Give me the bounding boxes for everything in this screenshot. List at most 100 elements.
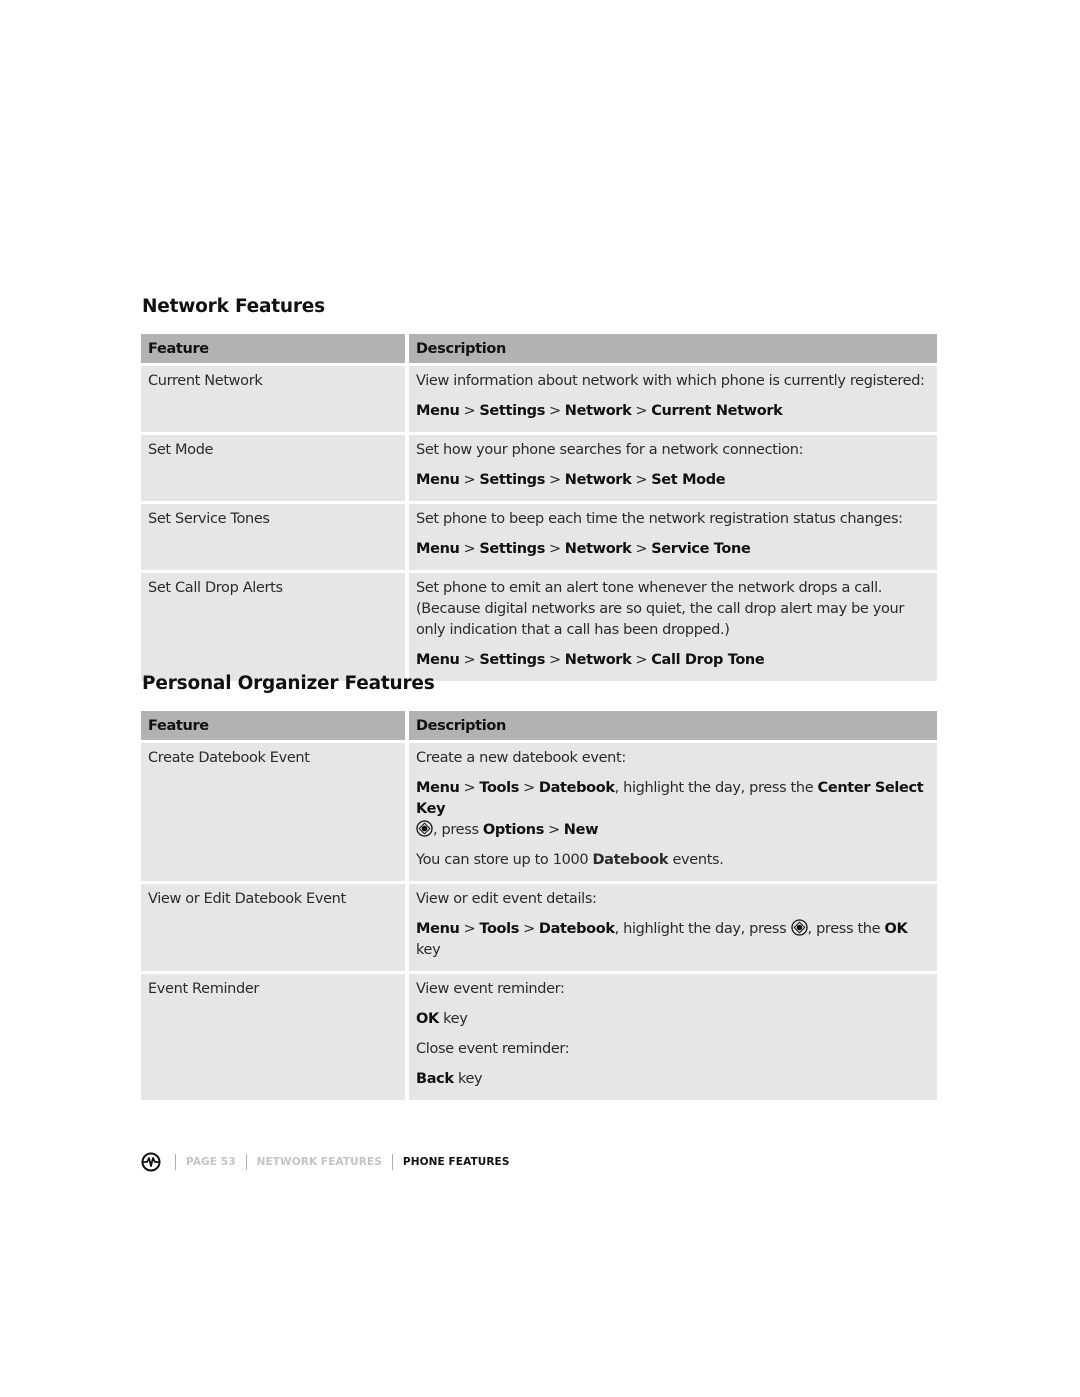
path-separator: > bbox=[635, 541, 648, 557]
path-step: Network bbox=[564, 652, 632, 668]
footer-page-number: PAGE 53 bbox=[186, 1156, 236, 1168]
note-suffix: events. bbox=[668, 852, 724, 868]
path-separator: > bbox=[548, 403, 561, 419]
table-row: Create Datebook Event Create a new dateb… bbox=[141, 743, 937, 884]
path-separator: > bbox=[635, 472, 648, 488]
path-text: , highlight the day, press the bbox=[614, 780, 818, 796]
column-header-feature: Feature bbox=[141, 711, 409, 743]
description-text: View information about network with whic… bbox=[416, 373, 925, 389]
phone-brand-icon bbox=[141, 1152, 161, 1172]
description-cell: View event reminder: OK key Close event … bbox=[409, 974, 937, 1100]
description-text: Close event reminder: bbox=[416, 1041, 570, 1057]
path-text: , highlight the day, press bbox=[614, 921, 791, 937]
menu-path: Menu > Settings > Network > Service Tone bbox=[416, 539, 930, 560]
table-row: View or Edit Datebook Event View or edit… bbox=[141, 884, 937, 974]
path-text: , press the bbox=[807, 921, 885, 937]
description-cell: View or edit event details: Menu > Tools > D… bbox=[409, 884, 937, 974]
column-header-description: Description bbox=[409, 334, 937, 366]
footer-divider bbox=[245, 1154, 247, 1170]
note-text: You can store up to 1000 Datebook events… bbox=[416, 850, 930, 871]
description-cell: Set how your phone searches for a networ… bbox=[409, 435, 937, 504]
table-header-row: Feature Description bbox=[141, 711, 937, 743]
path-step: Menu bbox=[416, 780, 460, 796]
menu-path: Menu > Settings > Network > Current Network bbox=[416, 401, 930, 422]
footer-divider bbox=[391, 1154, 393, 1170]
table-row: Set Call Drop Alerts Set phone to emit an… bbox=[141, 573, 937, 681]
path-text: key bbox=[416, 942, 441, 958]
note-prefix: You can store up to 1000 bbox=[416, 852, 593, 868]
footer-divider bbox=[175, 1154, 176, 1170]
path-separator: > bbox=[463, 403, 476, 419]
organizer-features-table: Feature Description Create Datebook Even… bbox=[141, 711, 937, 1100]
path-separator: > bbox=[463, 921, 476, 937]
path-separator: > bbox=[463, 541, 476, 557]
path-step: Datebook bbox=[538, 780, 615, 796]
feature-cell: Set Call Drop Alerts bbox=[141, 573, 409, 681]
section-title-network-features: Network Features bbox=[142, 296, 325, 317]
path-separator: > bbox=[548, 541, 561, 557]
path-step: Menu bbox=[416, 541, 460, 557]
path-separator: > bbox=[523, 780, 535, 796]
path-step: Tools bbox=[479, 780, 520, 796]
description-text: View or edit event details: bbox=[416, 891, 597, 907]
path-step: Service Tone bbox=[651, 541, 751, 557]
key-suffix: key bbox=[438, 1011, 468, 1027]
key-instruction: OK key bbox=[416, 1009, 930, 1030]
footer-chapter-link[interactable]: PHONE FEATURES bbox=[403, 1156, 510, 1168]
path-separator: > bbox=[463, 652, 476, 668]
path-step: Settings bbox=[479, 472, 545, 488]
path-step: Menu bbox=[416, 403, 460, 419]
note-bold: Datebook bbox=[592, 852, 669, 868]
description-text: View event reminder: bbox=[416, 981, 565, 997]
description-cell: Set phone to emit an alert tone whenever… bbox=[409, 573, 937, 681]
menu-path: Menu > Settings > Network > Set Mode bbox=[416, 470, 930, 491]
key-suffix: key bbox=[453, 1071, 483, 1087]
center-select-key-icon bbox=[416, 820, 433, 837]
menu-path: Menu > Tools > Datebook, highlight the day, … bbox=[416, 919, 930, 961]
path-separator: > bbox=[635, 652, 648, 668]
path-separator: > bbox=[463, 780, 476, 796]
description-text: Set how your phone searches for a networ… bbox=[416, 442, 804, 458]
table-row: Set Mode Set how your phone searches for … bbox=[141, 435, 937, 504]
path-text: , press bbox=[433, 822, 483, 838]
page-footer: PAGE 53 NETWORK FEATURES PHONE FEATURES bbox=[141, 1152, 510, 1172]
path-step: Set Mode bbox=[651, 472, 726, 488]
path-step: Current Network bbox=[651, 403, 783, 419]
path-step: Settings bbox=[479, 403, 545, 419]
feature-cell: Set Service Tones bbox=[141, 504, 409, 573]
key-name: Back bbox=[416, 1071, 454, 1087]
footer-section-link[interactable]: NETWORK FEATURES bbox=[257, 1156, 382, 1168]
path-step: Menu bbox=[416, 472, 460, 488]
description-cell: Set phone to beep each time the network … bbox=[409, 504, 937, 573]
path-separator: > bbox=[463, 472, 476, 488]
table-row: Current Network View information about ne… bbox=[141, 366, 937, 435]
key-name: OK bbox=[884, 921, 908, 937]
path-separator: > bbox=[548, 652, 561, 668]
path-step: Call Drop Tone bbox=[651, 652, 765, 668]
path-step: Network bbox=[564, 472, 632, 488]
path-separator: > bbox=[548, 472, 561, 488]
table-row: Set Service Tones Set phone to beep each … bbox=[141, 504, 937, 573]
description-cell: Create a new datebook event: Menu > Tools >… bbox=[409, 743, 937, 884]
feature-cell: Current Network bbox=[141, 366, 409, 435]
feature-cell: Create Datebook Event bbox=[141, 743, 409, 884]
key-name: OK bbox=[416, 1011, 439, 1027]
path-step: Menu bbox=[416, 921, 460, 937]
table-row: Event Reminder View event reminder: OK k… bbox=[141, 974, 937, 1100]
path-separator: > bbox=[547, 822, 560, 838]
path-step: Datebook bbox=[538, 921, 615, 937]
column-header-feature: Feature bbox=[141, 334, 409, 366]
path-step: Settings bbox=[479, 541, 545, 557]
path-separator: > bbox=[523, 921, 535, 937]
path-step: Network bbox=[564, 403, 632, 419]
section-title-personal-organizer-features: Personal Organizer Features bbox=[142, 673, 435, 694]
description-text: Set phone to emit an alert tone whenever… bbox=[416, 580, 904, 638]
path-step: Menu bbox=[416, 652, 460, 668]
key-instruction: Back key bbox=[416, 1069, 930, 1090]
column-header-description: Description bbox=[409, 711, 937, 743]
feature-cell: View or Edit Datebook Event bbox=[141, 884, 409, 974]
menu-path: Menu > Tools > Datebook, highlight the day, … bbox=[416, 778, 930, 841]
path-step: Settings bbox=[479, 652, 545, 668]
center-select-key-icon bbox=[790, 919, 808, 936]
path-step: Options bbox=[482, 822, 544, 838]
